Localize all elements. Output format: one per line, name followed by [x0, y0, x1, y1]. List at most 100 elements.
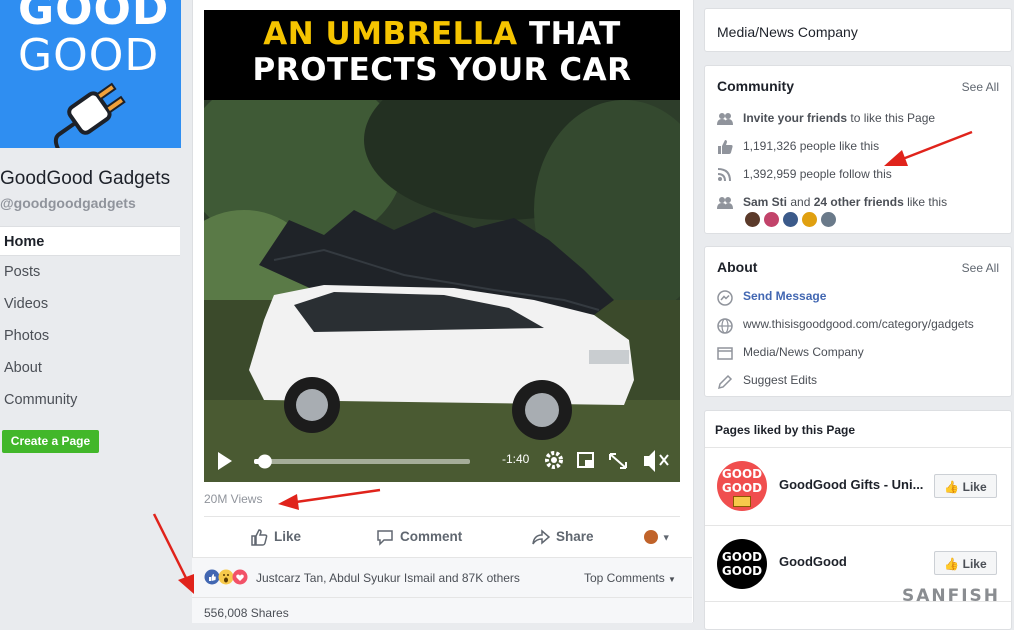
gift-icon [733, 496, 751, 507]
like-page-label: Like [962, 557, 987, 571]
avatar[interactable] [764, 212, 779, 227]
video-title-highlight: AN UMBRELLA [263, 16, 518, 52]
settings-gear-icon [545, 451, 563, 469]
shares-row: 556,008 Shares [192, 597, 692, 623]
community-card: Community See All Invite your friends to… [704, 65, 1012, 234]
logo-line-2: GOOD [721, 481, 763, 495]
watermark-logo: SANFISH [901, 586, 1000, 606]
about-card: About See All Send Message www.thisisgoo… [704, 246, 1012, 397]
nav-posts[interactable]: Posts [0, 257, 180, 287]
nav-home[interactable]: Home [0, 226, 180, 256]
video-views: 20M Views [204, 492, 263, 506]
reactors-summary[interactable]: Justcarz Tan, Abdul Syukur Ismail and 87… [256, 571, 520, 585]
category-icon [717, 346, 733, 360]
invite-rest: to like this Page [847, 111, 936, 125]
follows-row: 1,392,959 people follow this [717, 167, 892, 182]
about-title: About [717, 259, 758, 275]
nav-photos[interactable]: Photos [0, 321, 180, 351]
thumbs-up-icon: 👍 [944, 557, 960, 571]
like-button[interactable]: Like [250, 517, 301, 557]
share-button[interactable]: Share [532, 517, 594, 557]
community-title: Community [717, 78, 794, 94]
video-controls [218, 450, 669, 472]
invite-friends-link[interactable]: Invite your friends [743, 111, 847, 125]
logo-line-2: GOOD [721, 564, 763, 578]
plug-icon [53, 82, 126, 148]
people-icon [717, 112, 733, 126]
invite-friends-row[interactable]: Invite your friends to like this Page [717, 111, 935, 126]
share-icon [532, 529, 551, 546]
logo-text-top: GOOD [18, 0, 170, 35]
likes-count: 1,191,326 people like this [743, 139, 880, 153]
website-row[interactable]: www.thisisgoodgood.com/category/gadgets [717, 317, 974, 334]
logo-line-1: GOOD [721, 550, 763, 564]
category-link[interactable]: Media/News Company [743, 345, 864, 359]
avatar[interactable] [802, 212, 817, 227]
like-label: Like [274, 529, 302, 544]
suggest-edits-row[interactable]: Suggest Edits [717, 373, 817, 389]
category-row[interactable]: Media/News Company [717, 345, 864, 360]
video-player[interactable]: AN UMBRELLA THAT PROTECTS YOUR CAR -1:40 [204, 10, 680, 482]
community-see-all[interactable]: See All [962, 80, 999, 94]
friend-name[interactable]: Sam Sti [743, 195, 787, 209]
goodgood-logo[interactable]: GOOD GOOD [717, 539, 767, 589]
page-category[interactable]: Media/News Company [717, 24, 858, 40]
play-icon [218, 452, 232, 470]
website-link[interactable]: www.thisisgoodgood.com/category/gadgets [743, 317, 974, 331]
create-page-button[interactable]: Create a Page [2, 430, 99, 453]
comment-label: Comment [400, 529, 463, 544]
share-label: Share [556, 529, 594, 544]
logo-line-1: GOOD [721, 467, 763, 481]
nav-videos[interactable]: Videos [0, 289, 180, 319]
shares-count[interactable]: 556,008 Shares [204, 606, 289, 620]
suggest-edits-link[interactable]: Suggest Edits [743, 373, 817, 387]
goodgood-gifts-logo[interactable]: GOOD GOOD [717, 461, 767, 511]
like-page-button[interactable]: 👍 Like [934, 551, 997, 575]
mute-icon [644, 450, 655, 472]
like-page-button[interactable]: 👍 Like [934, 474, 997, 498]
nav-community[interactable]: Community [0, 385, 180, 415]
logo-text-bottom: GOOD [18, 30, 160, 81]
chevron-down-icon: ▼ [661, 532, 671, 543]
top-comments-label: Top Comments [584, 571, 665, 585]
comment-icon [377, 530, 393, 547]
top-comments-dropdown[interactable]: Top Comments ▼ [584, 571, 676, 585]
page-profile-picture[interactable]: GOOD GOOD [0, 0, 181, 148]
reaction-icons[interactable] [204, 569, 252, 590]
other-friends-link[interactable]: 24 other friends [814, 195, 904, 209]
page-name[interactable]: GoodGood Gadgets [0, 168, 170, 190]
avatar[interactable] [745, 212, 760, 227]
video-title-banner: AN UMBRELLA THAT PROTECTS YOUR CAR [204, 10, 680, 100]
liked-page-name[interactable]: GoodGood [779, 554, 847, 569]
liked-page-name[interactable]: GoodGood Gifts - Uni... [779, 477, 923, 492]
friends-and: and [787, 195, 814, 209]
like-page-label: Like [962, 480, 987, 494]
divider [705, 447, 1011, 448]
left-column: GOOD GOOD GoodGood Gadgets @goodgoodgadg… [0, 0, 190, 622]
globe-icon [717, 318, 733, 334]
page-handle[interactable]: @goodgoodgadgets [0, 195, 136, 211]
reactions-bar: Justcarz Tan, Abdul Syukur Ismail and 87… [192, 557, 692, 598]
post-as-selector[interactable]: ▼ [644, 517, 671, 557]
about-see-all[interactable]: See All [962, 261, 999, 275]
send-message-row[interactable]: Send Message [717, 289, 826, 306]
comment-button[interactable]: Comment [376, 517, 462, 557]
thumbs-up-icon [251, 529, 268, 547]
video-time-remaining: -1:40 [502, 452, 530, 466]
thumbs-up-icon: 👍 [944, 480, 960, 494]
people-icon [717, 196, 733, 210]
rss-icon [717, 167, 733, 182]
post-actions: Like Comment Share ▼ [204, 516, 680, 557]
category-card: Media/News Company [704, 8, 1012, 52]
video-progress-track [254, 459, 470, 464]
send-message-link[interactable]: Send Message [743, 289, 826, 303]
pages-liked-title: Pages liked by this Page [715, 423, 856, 437]
nav-about[interactable]: About [0, 353, 180, 383]
avatar[interactable] [783, 212, 798, 227]
avatar[interactable] [821, 212, 836, 227]
chevron-down-icon: ▼ [668, 575, 676, 584]
messenger-icon [717, 290, 733, 306]
friends-like-row[interactable]: Sam Sti and 24 other friends like this [717, 195, 947, 210]
avatar [644, 530, 658, 545]
video-title-line-2: PROTECTS YOUR CAR [252, 52, 632, 88]
